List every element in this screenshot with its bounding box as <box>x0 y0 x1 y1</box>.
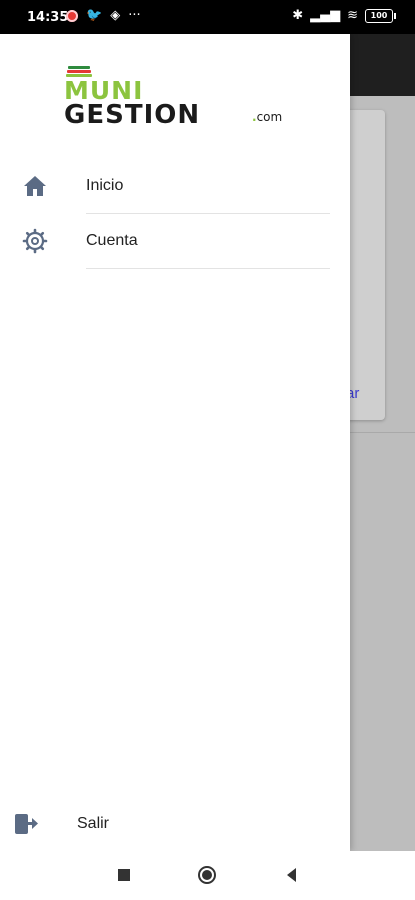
logout-label: Salir <box>77 815 110 832</box>
logout-button[interactable]: Salir <box>0 800 350 850</box>
battery-icon: 100 <box>365 9 396 23</box>
divider <box>86 268 330 269</box>
twitter-icon: 🐦 <box>86 8 103 23</box>
drawer-item-inicio[interactable]: Inicio <box>0 159 350 214</box>
logout-icon <box>15 814 38 834</box>
drawer-item-label: Inicio <box>86 177 124 194</box>
bluetooth-icon: ✱ <box>292 8 304 23</box>
home-icon <box>24 176 46 196</box>
wifi-icon: ≋ <box>347 8 358 23</box>
system-nav-bar <box>0 851 415 900</box>
gear-icon <box>22 228 48 254</box>
background-divider <box>350 432 415 433</box>
diamond-icon: ◈ <box>110 8 121 23</box>
signal-icon: ▂▄▆ <box>310 8 341 23</box>
back-button[interactable] <box>282 865 302 885</box>
home-button[interactable] <box>197 865 217 885</box>
munigestion-logo: MUNI GESTION .com <box>64 66 294 130</box>
status-bar: 14:35 🐦 ◈ ··· ✱ ▂▄▆ ≋ 100 <box>0 0 415 34</box>
logo-com: .com <box>252 110 283 124</box>
clock: 14:35 <box>27 10 69 25</box>
drawer-item-label: Cuenta <box>86 232 138 249</box>
more-icon: ··· <box>128 8 141 23</box>
record-icon <box>66 10 78 22</box>
notification-icons: 🐦 ◈ ··· <box>66 8 141 24</box>
recents-button[interactable] <box>114 865 134 885</box>
navigation-drawer: MUNI GESTION .com Inicio Cuenta Salir <box>0 34 350 851</box>
system-icons: ✱ ▂▄▆ ≋ 100 <box>292 8 396 24</box>
logo-gestion: GESTION <box>64 100 201 130</box>
drawer-item-cuenta[interactable]: Cuenta <box>0 214 350 269</box>
